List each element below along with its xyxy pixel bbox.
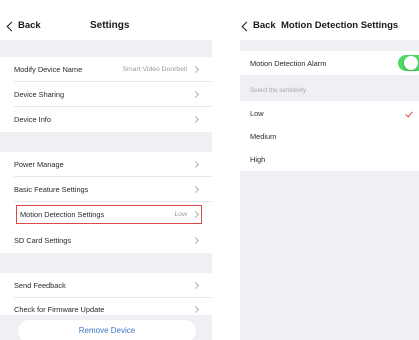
row-label: Device Info bbox=[14, 115, 51, 124]
row-send-feedback[interactable]: Send Feedback bbox=[0, 273, 212, 298]
option-high[interactable]: High bbox=[240, 147, 419, 171]
chevron-left-icon bbox=[6, 21, 17, 31]
chevron-left-icon bbox=[241, 21, 252, 31]
toggle-knob bbox=[404, 56, 418, 70]
row-label: Motion Detection Settings bbox=[20, 210, 105, 219]
row-device-sharing[interactable]: Device Sharing bbox=[0, 82, 212, 107]
row-value: Smart Video Doorbell bbox=[122, 66, 187, 73]
row-label: SD Card Settings bbox=[14, 236, 72, 245]
row-value: Low bbox=[174, 211, 187, 218]
row-label: Send Feedback bbox=[14, 281, 66, 290]
row-label: Device Sharing bbox=[14, 90, 65, 99]
option-label: High bbox=[250, 154, 266, 164]
section-gap bbox=[0, 40, 212, 57]
settings-nav-bar: Back Settings bbox=[0, 0, 212, 40]
settings-screen: Back Settings Modify Device Name Smart V… bbox=[0, 0, 212, 340]
row-label: Motion Detection Alarm bbox=[250, 58, 327, 68]
option-medium[interactable]: Medium bbox=[240, 124, 419, 148]
chevron-right-icon bbox=[191, 305, 200, 314]
section-label: Select the sensitivity bbox=[250, 87, 307, 94]
row-motion-detection-alarm: Motion Detection Alarm bbox=[240, 51, 419, 75]
row-label: Check for Firmware Update bbox=[14, 305, 105, 314]
back-label: Back bbox=[18, 20, 41, 31]
row-power-manage[interactable]: Power Manage bbox=[0, 152, 212, 177]
option-label: Medium bbox=[250, 131, 277, 141]
row-label: Power Manage bbox=[14, 160, 64, 169]
row-check-firmware-update[interactable]: Check for Firmware Update bbox=[0, 298, 212, 315]
page-title: Settings bbox=[90, 20, 130, 31]
chevron-right-icon bbox=[191, 281, 200, 290]
chevron-right-icon bbox=[191, 185, 200, 194]
motion-nav-bar: Back Motion Detection Settings bbox=[240, 0, 419, 40]
row-sd-card-settings[interactable]: SD Card Settings bbox=[0, 228, 212, 253]
back-label: Back bbox=[253, 20, 276, 31]
row-label: Basic Feature Settings bbox=[14, 185, 89, 194]
chevron-right-icon bbox=[191, 160, 200, 169]
chevron-right-icon bbox=[191, 210, 200, 219]
chevron-right-icon bbox=[191, 90, 200, 99]
motion-alarm-toggle[interactable] bbox=[398, 55, 419, 71]
row-basic-feature-settings[interactable]: Basic Feature Settings bbox=[0, 177, 212, 202]
chevron-right-icon bbox=[191, 115, 200, 124]
row-label: Modify Device Name bbox=[14, 65, 83, 74]
option-low[interactable]: Low bbox=[240, 101, 419, 125]
motion-detection-screen: Back Motion Detection Settings Motion De… bbox=[240, 0, 419, 340]
section-gap bbox=[0, 132, 212, 152]
back-button[interactable]: Back bbox=[6, 20, 41, 31]
chevron-right-icon bbox=[191, 236, 200, 245]
row-modify-device-name[interactable]: Modify Device Name Smart Video Doorbell bbox=[0, 57, 212, 82]
section-gap bbox=[0, 253, 212, 273]
page-title: Motion Detection Settings bbox=[281, 20, 399, 31]
row-device-info[interactable]: Device Info bbox=[0, 107, 212, 132]
back-button[interactable]: Back bbox=[241, 20, 276, 31]
option-label: Low bbox=[250, 108, 264, 118]
chevron-right-icon bbox=[191, 65, 200, 74]
row-motion-detection-settings[interactable]: Motion Detection Settings Low bbox=[16, 205, 202, 224]
remove-device-button[interactable]: Remove Device bbox=[18, 320, 196, 340]
